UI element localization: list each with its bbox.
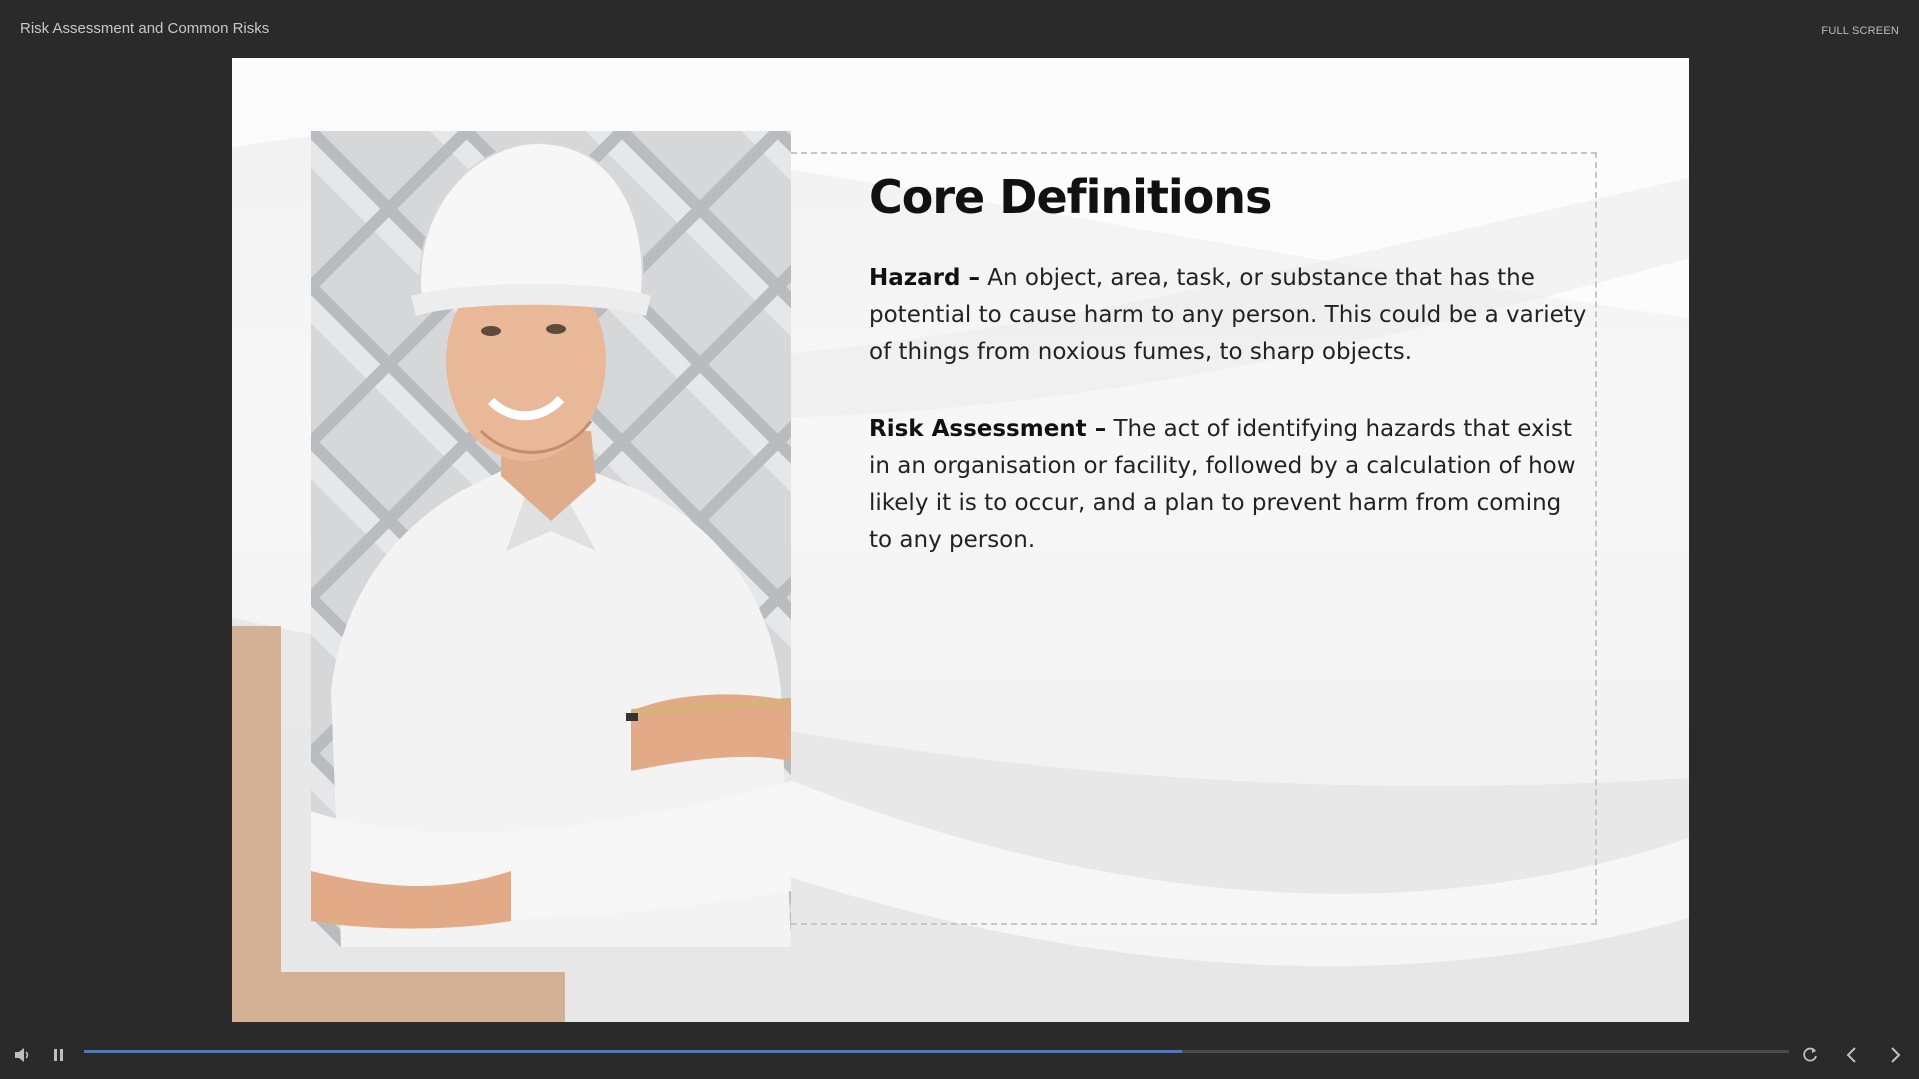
- course-title: Risk Assessment and Common Risks: [20, 20, 270, 37]
- pause-icon[interactable]: [49, 1044, 71, 1066]
- fullscreen-button[interactable]: FULL SCREEN: [1821, 25, 1899, 37]
- accent-bar-horizontal: [232, 972, 565, 1022]
- next-icon[interactable]: [1884, 1044, 1906, 1066]
- slide-title: Core Definitions: [869, 170, 1272, 224]
- replay-icon[interactable]: [1799, 1044, 1821, 1066]
- progress-fill: [84, 1050, 1183, 1053]
- progress-bar[interactable]: [84, 1050, 1789, 1053]
- slide-content: Core Definitions Hazard – An object, are…: [869, 170, 1589, 599]
- definition-term: Risk Assessment –: [869, 416, 1107, 442]
- accent-bar-vertical: [232, 626, 281, 1022]
- player-header: Risk Assessment and Common Risks FULL SC…: [0, 0, 1919, 58]
- engineer-illustration: [311, 131, 791, 947]
- volume-icon[interactable]: [12, 1044, 34, 1066]
- slide: Core Definitions Hazard – An object, are…: [232, 58, 1689, 1022]
- definition-hazard: Hazard – An object, area, task, or subst…: [869, 260, 1589, 371]
- previous-icon[interactable]: [1841, 1044, 1863, 1066]
- definition-risk-assessment: Risk Assessment – The act of identifying…: [869, 411, 1589, 559]
- engineer-photo: [311, 131, 791, 947]
- definition-term: Hazard –: [869, 265, 980, 291]
